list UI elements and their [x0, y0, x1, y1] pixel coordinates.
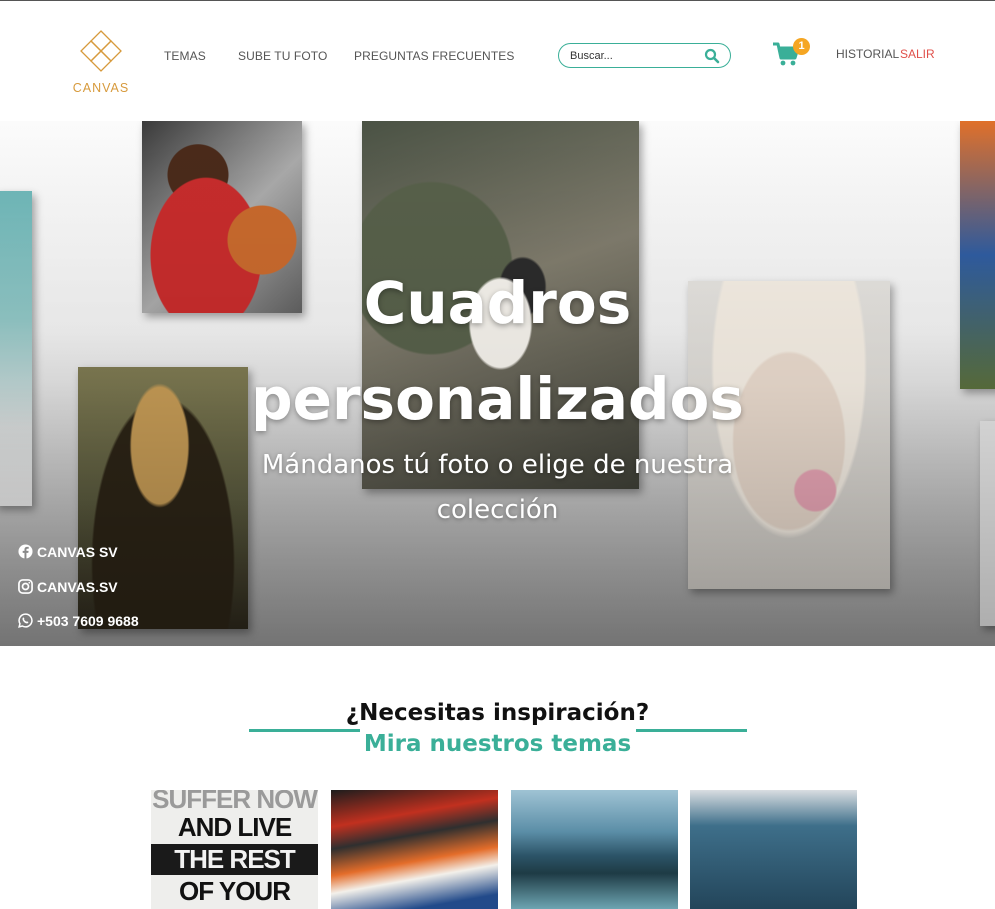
site-header: CANVAS TEMAS SUBE TU FOTO PREGUNTAS FREC…: [0, 1, 995, 121]
search-icon[interactable]: [704, 48, 720, 64]
search-box: [558, 43, 731, 68]
facebook-icon: [18, 544, 33, 559]
instagram-icon: [18, 579, 33, 594]
facebook-link[interactable]: CANVAS SV: [18, 543, 118, 561]
theme-card-typography[interactable]: SUFFER NOW AND LIVE THE REST OF YOUR: [151, 790, 318, 909]
logo-diamond-icon: [80, 30, 122, 72]
hero-subtitle-line2: colección: [436, 495, 559, 525]
search-input[interactable]: [570, 48, 700, 63]
poster-line: AND LIVE: [177, 812, 292, 842]
logout-link[interactable]: SALIR: [900, 47, 935, 61]
inspiration-heading: ¿Necesitas inspiración?: [345, 700, 650, 726]
logo-text: CANVAS: [72, 81, 130, 95]
cart-button[interactable]: 1: [772, 38, 810, 71]
whatsapp-icon: [18, 613, 33, 628]
nav-temas[interactable]: TEMAS: [164, 49, 206, 63]
canvas-logo[interactable]: CANVAS: [70, 29, 132, 99]
nav-sube-tu-foto[interactable]: SUBE TU FOTO: [238, 49, 327, 63]
theme-card-nature[interactable]: [690, 790, 857, 909]
hero-title-line2: personalizados: [251, 365, 744, 433]
hero-subtitle-line1: Mándanos tú foto o elige de nuestra: [261, 450, 734, 480]
hero-title: Cuadros personalizados: [200, 255, 795, 447]
historial-link[interactable]: HISTORIAL: [836, 47, 899, 61]
hero-title-line1: Cuadros: [363, 269, 632, 337]
hero-banner: Cuadros personalizados Mándanos tú foto …: [0, 121, 995, 646]
whatsapp-label: +503 7609 9688: [37, 613, 139, 629]
poster-line: THE REST: [151, 844, 318, 875]
instagram-label: CANVAS.SV: [37, 579, 118, 595]
poster-line: OF YOUR: [179, 876, 291, 906]
theme-card-abstract[interactable]: [331, 790, 498, 909]
cart-count-badge: 1: [793, 38, 810, 55]
hero-subtitle: Mándanos tú foto o elige de nuestra cole…: [230, 443, 765, 533]
instagram-link[interactable]: CANVAS.SV: [18, 578, 118, 596]
theme-card-landscape[interactable]: [511, 790, 678, 909]
whatsapp-link[interactable]: +503 7609 9688: [18, 612, 139, 630]
inspiration-subheading: Mira nuestros temas: [363, 731, 632, 757]
facebook-label: CANVAS SV: [37, 544, 118, 560]
nav-preguntas-frecuentes[interactable]: PREGUNTAS FRECUENTES: [354, 49, 514, 63]
